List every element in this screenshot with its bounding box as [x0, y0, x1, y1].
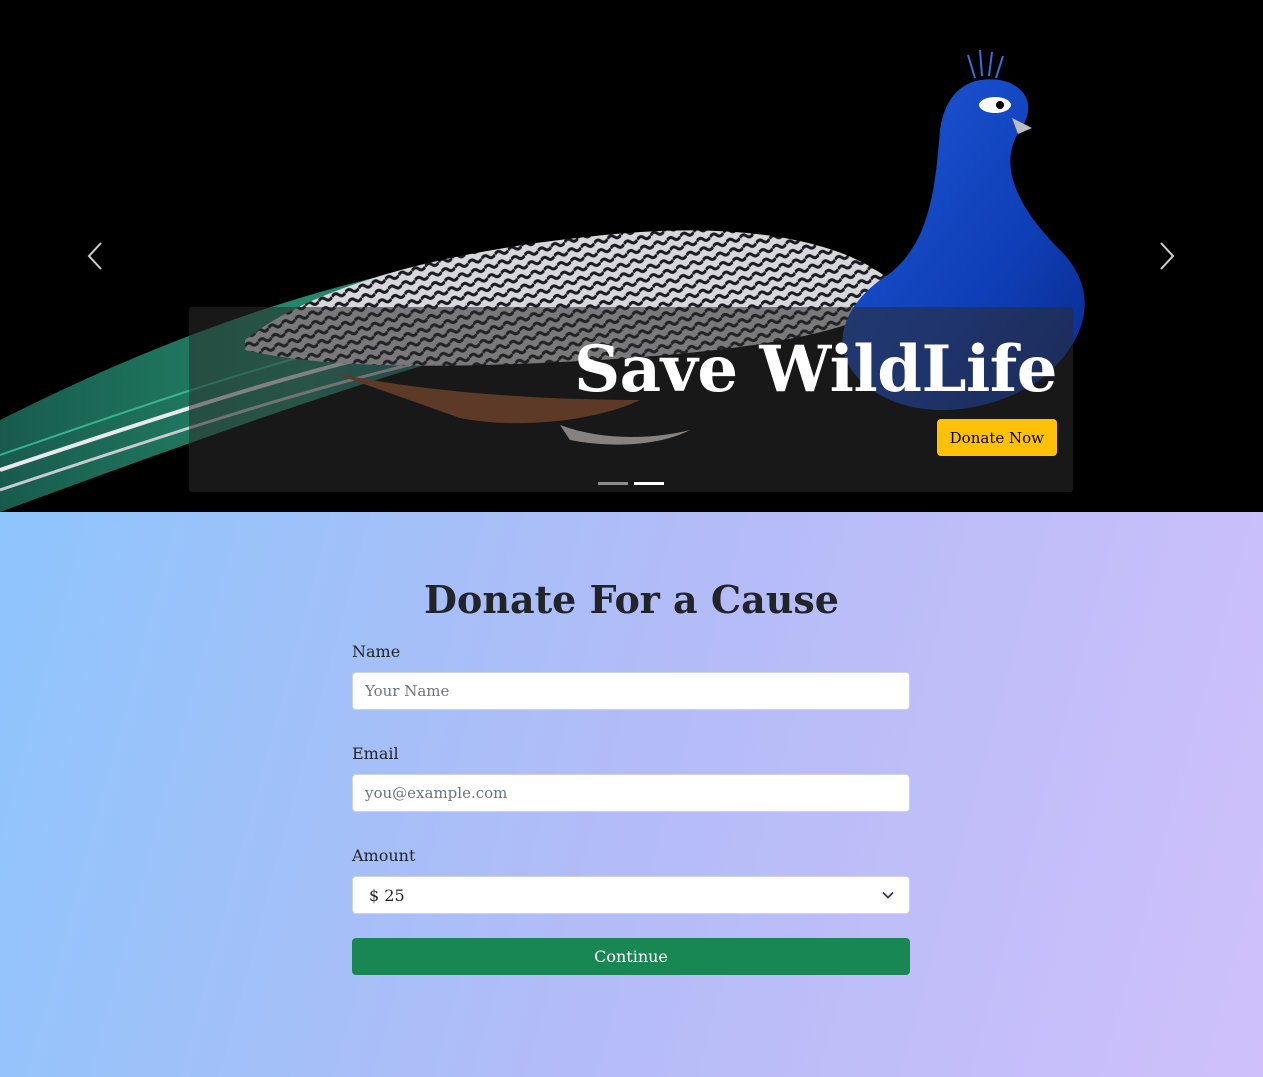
- name-input[interactable]: [352, 672, 910, 710]
- carousel-next-button[interactable]: [1147, 236, 1187, 276]
- chevron-right-icon: [1160, 242, 1175, 270]
- amount-select[interactable]: $ 25: [352, 876, 910, 914]
- name-label: Name: [352, 642, 401, 661]
- carousel-caption: Save WildLife Donate Now: [189, 307, 1073, 492]
- carousel-indicator-2[interactable]: [634, 482, 664, 485]
- carousel-indicator-1[interactable]: [598, 482, 628, 485]
- carousel-prev-button[interactable]: [75, 236, 115, 276]
- amount-selected-value: $ 25: [369, 885, 405, 905]
- hero-carousel: Save WildLife Donate Now: [0, 0, 1263, 512]
- continue-button[interactable]: Continue: [352, 938, 910, 975]
- name-field-group: Name: [352, 642, 910, 710]
- carousel-indicators: [598, 482, 664, 485]
- amount-label: Amount: [352, 846, 416, 865]
- donation-form: Name Email Amount $ 25 Continue: [352, 642, 910, 975]
- email-input[interactable]: [352, 774, 910, 812]
- caption-title: Save WildLife: [573, 332, 1058, 407]
- chevron-left-icon: [87, 242, 102, 270]
- email-label: Email: [352, 744, 399, 763]
- donate-now-button[interactable]: Donate Now: [936, 419, 1057, 456]
- donation-heading: Donate For a Cause: [424, 577, 839, 622]
- amount-field-group: Amount $ 25: [352, 846, 910, 914]
- chevron-down-icon: [882, 891, 894, 899]
- donation-section: Donate For a Cause Name Email Amount $ 2…: [0, 512, 1263, 1077]
- email-field-group: Email: [352, 744, 910, 812]
